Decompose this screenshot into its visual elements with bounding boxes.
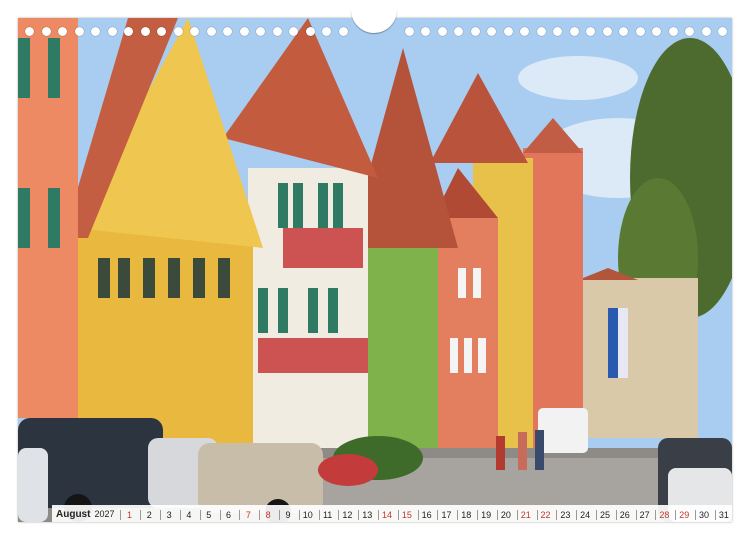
day-cell: 16	[417, 509, 435, 520]
binding-hole	[75, 27, 84, 36]
day-cell: 9	[278, 509, 296, 520]
binding-hole	[652, 27, 661, 36]
day-cell: 1	[120, 509, 137, 520]
day-cell: 8	[259, 509, 276, 520]
binding-hole	[718, 27, 727, 36]
binding-hole	[504, 27, 513, 36]
binding-hole	[306, 27, 315, 36]
binding-hole	[553, 27, 562, 36]
day-cell: 14	[378, 509, 395, 520]
binding-hole	[570, 27, 579, 36]
binding-hole	[174, 27, 183, 36]
spiral-binding	[0, 0, 750, 40]
year-label: 2027	[94, 509, 115, 519]
day-cell: 6	[219, 509, 237, 520]
binding-hole	[124, 27, 133, 36]
day-cell: 18	[457, 509, 474, 520]
day-cell: 19	[477, 509, 494, 520]
binding-hole	[619, 27, 628, 36]
binding-hole	[487, 27, 496, 36]
binding-hole	[141, 27, 150, 36]
day-cell: 15	[397, 509, 415, 520]
binding-hole	[603, 27, 612, 36]
day-cell: 20	[496, 509, 514, 520]
day-cell: 27	[635, 509, 653, 520]
day-cell: 5	[199, 509, 217, 520]
day-cell: 23	[556, 509, 573, 520]
calendar-strip: August 2027 1 2 3 4 5 6 7 8 9 10 11 12 13 14 15 16 17 18 19…	[52, 505, 732, 522]
binding-hole	[289, 27, 298, 36]
binding-hole	[273, 27, 282, 36]
day-cell: 7	[239, 509, 256, 520]
binding-hole	[586, 27, 595, 36]
day-cell: 31	[714, 509, 732, 520]
day-cell: 24	[576, 509, 593, 520]
binding-hole	[421, 27, 430, 36]
month-label: August 2027	[52, 509, 114, 520]
binding-hole	[520, 27, 529, 36]
month-name: August	[56, 509, 91, 520]
day-cell: 30	[695, 509, 712, 520]
day-cell: 21	[516, 509, 534, 520]
day-cell: 22	[536, 509, 554, 520]
calendar-page: August 2027 1 2 3 4 5 6 7 8 9 10 11 12 13 14 15 16 17 18 19…	[18, 18, 732, 522]
binding-hole	[702, 27, 711, 36]
binding-hole	[685, 27, 694, 36]
day-cell: 26	[615, 509, 633, 520]
binding-hole	[25, 27, 34, 36]
binding-hole	[454, 27, 463, 36]
day-cell: 4	[179, 509, 197, 520]
binding-hole	[58, 27, 67, 36]
binding-hole	[471, 27, 480, 36]
binding-hole	[42, 27, 51, 36]
hanger-cutout	[351, 10, 397, 33]
day-cell: 17	[437, 509, 454, 520]
day-cell: 10	[298, 509, 316, 520]
binding-hole	[108, 27, 117, 36]
binding-hole	[636, 27, 645, 36]
day-cell: 3	[160, 509, 177, 520]
binding-hole	[157, 27, 166, 36]
binding-hole	[537, 27, 546, 36]
binding-hole	[91, 27, 100, 36]
day-cell: 25	[595, 509, 613, 520]
binding-hole	[207, 27, 216, 36]
binding-hole	[339, 27, 348, 36]
binding-hole	[223, 27, 232, 36]
day-cell: 11	[318, 509, 336, 520]
day-cell: 28	[655, 509, 672, 520]
day-cell: 29	[675, 509, 692, 520]
day-cell: 13	[358, 509, 375, 520]
town-street-photo	[18, 18, 732, 522]
day-cell: 2	[140, 509, 157, 520]
binding-hole	[669, 27, 678, 36]
day-cell: 12	[338, 509, 355, 520]
binding-hole	[190, 27, 199, 36]
binding-hole	[256, 27, 265, 36]
binding-hole	[438, 27, 447, 36]
binding-hole	[240, 27, 249, 36]
binding-hole	[322, 27, 331, 36]
day-list: 1 2 3 4 5 6 7 8 9 10 11 12 13 14 15 16 17 18 19 20 21 22 23 24 2…	[120, 509, 732, 520]
binding-hole	[405, 27, 414, 36]
